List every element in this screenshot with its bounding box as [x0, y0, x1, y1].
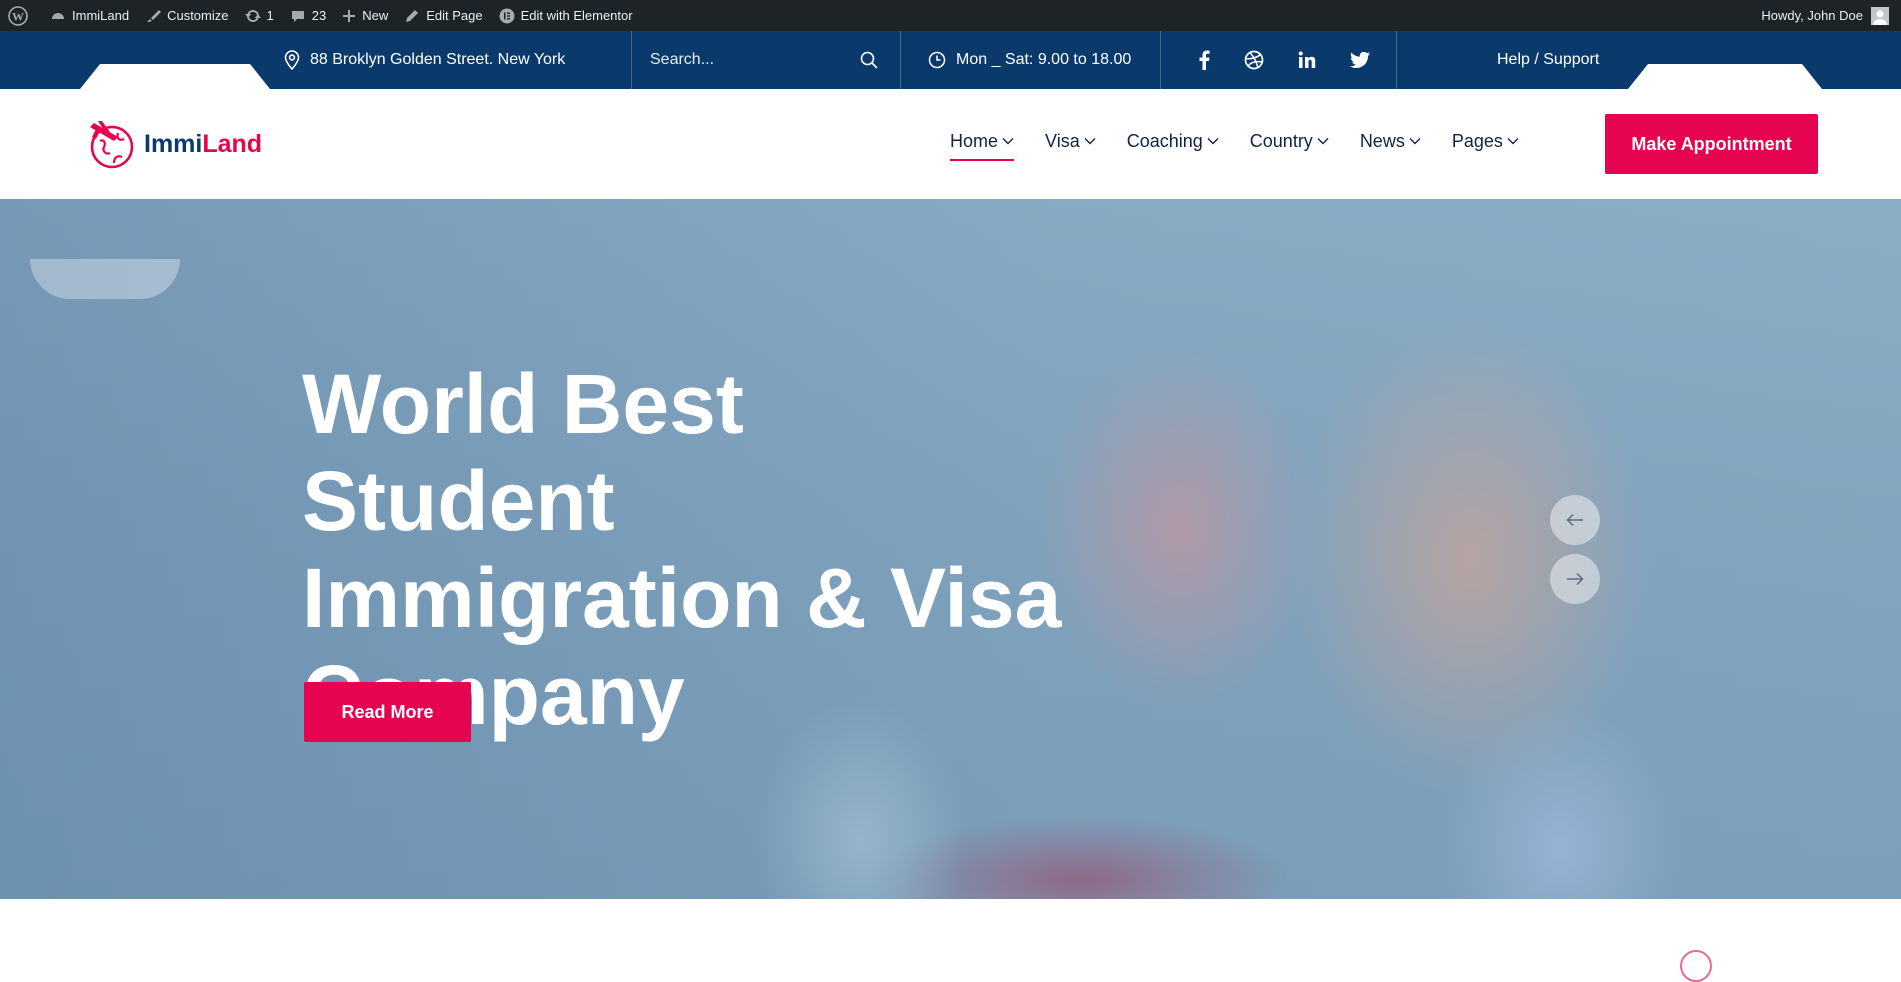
admin-account-menu[interactable]: Howdy, John Doe: [1761, 0, 1889, 31]
svg-text:W: W: [12, 9, 24, 23]
nav-label: News: [1359, 130, 1405, 151]
updates-icon: [244, 9, 261, 22]
slider-next-button[interactable]: [1550, 554, 1600, 604]
howdy-label: Howdy, John Doe: [1761, 8, 1863, 23]
topbar-divider: [1396, 31, 1397, 89]
edit-elementor-label: Edit with Elementor: [520, 8, 633, 23]
topbar-notch-left: [80, 64, 270, 89]
comments-link[interactable]: 23: [282, 0, 334, 31]
hero-title-line-2: Immigration & Visa: [302, 551, 1062, 645]
comment-icon: [291, 10, 304, 22]
pencil-icon: [406, 9, 419, 22]
new-label: New: [362, 8, 389, 23]
decorative-circle: [1680, 950, 1712, 982]
facebook-icon[interactable]: [1198, 50, 1210, 70]
search-box: [650, 31, 888, 89]
updates-link[interactable]: 1: [237, 0, 282, 31]
chevron-down-icon: [1207, 138, 1219, 145]
customize-label: Customize: [167, 8, 229, 23]
topbar-divider: [900, 31, 901, 89]
wordpress-logo-icon[interactable]: W: [0, 0, 42, 31]
search-icon[interactable]: [860, 51, 878, 69]
customize-link[interactable]: Customize: [137, 0, 236, 31]
address-info: 88 Broklyn Golden Street. New York: [284, 31, 565, 89]
plus-icon: [343, 9, 356, 22]
chevron-down-icon: [1002, 138, 1014, 145]
topbar-notch-right: [1628, 64, 1822, 89]
site-logo[interactable]: ImmiLand: [84, 117, 262, 171]
twitter-icon[interactable]: [1350, 52, 1370, 68]
hero-title-line-1: World Best Student: [302, 357, 744, 548]
nav-label: Coaching: [1126, 130, 1203, 151]
location-pin-icon: [284, 50, 300, 70]
admin-site-name: ImmiLand: [72, 8, 130, 23]
clock-icon: [928, 51, 946, 69]
globe-plane-logo-icon: [90, 121, 134, 169]
edit-page-label: Edit Page: [426, 8, 483, 23]
admin-site-link[interactable]: ImmiLand: [42, 0, 137, 31]
main-navigation: Home Visa Coaching Country News Pages: [950, 129, 1519, 161]
nav-item-pages[interactable]: Pages: [1452, 129, 1519, 153]
nav-label: Pages: [1451, 130, 1503, 151]
linkedin-icon[interactable]: [1298, 51, 1316, 69]
nav-item-news[interactable]: News: [1360, 129, 1421, 153]
avatar: [1871, 6, 1889, 25]
updates-count: 1: [266, 8, 274, 23]
edit-page-link[interactable]: Edit Page: [396, 0, 490, 31]
hero-slider: World Best Student Immigration & Visa Co…: [0, 199, 1901, 899]
logo-wordmark: ImmiLand: [144, 130, 262, 159]
read-more-button[interactable]: Read More: [304, 682, 471, 742]
chevron-down-icon: [1409, 138, 1421, 145]
arrow-left-icon: [1566, 513, 1583, 527]
nav-item-home[interactable]: Home: [950, 129, 1015, 161]
search-input[interactable]: [650, 51, 850, 69]
nav-label: Home: [950, 130, 999, 151]
topbar-divider: [1160, 31, 1161, 89]
dashboard-icon: [52, 12, 64, 19]
help-support-link[interactable]: Help / Support: [1497, 31, 1599, 89]
slider-prev-button[interactable]: [1550, 495, 1600, 545]
make-appointment-button[interactable]: Make Appointment: [1605, 114, 1818, 174]
topbar-divider: [631, 31, 632, 89]
top-info-bar: 88 Broklyn Golden Street. New York Mon _…: [0, 31, 1901, 89]
chevron-down-icon: [1317, 138, 1329, 145]
chevron-down-icon: [1507, 138, 1519, 145]
nav-label: Visa: [1045, 130, 1080, 151]
nav-item-coaching[interactable]: Coaching: [1127, 129, 1219, 153]
nav-item-country[interactable]: Country: [1250, 129, 1329, 153]
social-links: [1198, 31, 1380, 89]
site-header: ImmiLand Home Visa Coaching Country News…: [0, 89, 1901, 199]
dribbble-icon[interactable]: [1244, 50, 1264, 70]
help-support-text: Help / Support: [1497, 51, 1600, 68]
elementor-icon: [499, 8, 515, 23]
new-content-link[interactable]: New: [334, 0, 396, 31]
hours-info: Mon _ Sat: 9.00 to 18.00: [928, 31, 1131, 89]
brush-icon: [147, 9, 162, 22]
address-text: 88 Broklyn Golden Street. New York: [310, 51, 566, 68]
arrow-right-icon: [1567, 572, 1584, 586]
comments-count: 23: [311, 8, 327, 23]
wp-admin-bar: W ImmiLand Customize 1 23 New Edit Page …: [0, 0, 1901, 31]
hours-text: Mon _ Sat: 9.00 to 18.00: [956, 51, 1132, 68]
nav-label: Country: [1249, 130, 1313, 151]
logo-text-part1: Immi: [144, 129, 203, 158]
logo-text-part2: Land: [202, 129, 263, 158]
chevron-down-icon: [1084, 138, 1096, 145]
edit-elementor-link[interactable]: Edit with Elementor: [491, 0, 641, 31]
nav-item-visa[interactable]: Visa: [1045, 129, 1096, 153]
